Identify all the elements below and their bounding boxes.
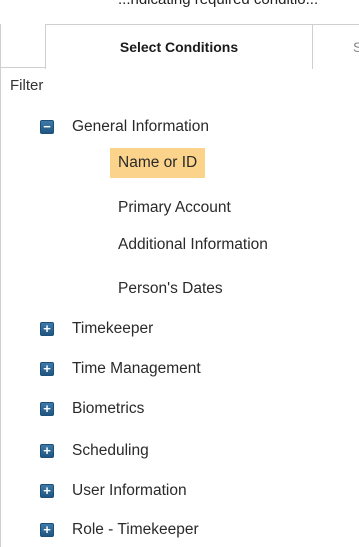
tree-node-scheduling[interactable]: + Scheduling xyxy=(40,436,149,466)
tree-node-label: Time Management xyxy=(72,360,201,377)
tab-next[interactable]: S xyxy=(313,24,359,68)
panel-border xyxy=(0,24,1,547)
tree-node-label: Timekeeper xyxy=(72,320,154,337)
tree-leaf-additional-information[interactable]: Additional Information xyxy=(110,230,276,260)
instruction-text-cut: ...ndicating required conditio... xyxy=(118,0,318,8)
minus-box-icon[interactable]: − xyxy=(40,120,54,134)
tree-node-label: Biometrics xyxy=(72,400,145,417)
tree-node-label: General Information xyxy=(72,118,209,135)
select-conditions-panel: ...ndicating required conditio... Select… xyxy=(0,0,359,547)
tree-node-timekeeper[interactable]: + Timekeeper xyxy=(40,314,153,344)
tree-node-label: Role - Timekeeper xyxy=(72,521,199,538)
filter-label: Filter xyxy=(10,77,44,94)
tree-node-label: Scheduling xyxy=(72,442,149,459)
tab-select-conditions[interactable]: Select Conditions xyxy=(45,24,313,69)
tab-strip: Select Conditions S xyxy=(0,24,359,69)
tree-leaf-name-or-id[interactable]: Name or ID xyxy=(110,148,206,178)
plus-box-icon[interactable]: + xyxy=(40,444,54,458)
tree-node-biometrics[interactable]: + Biometrics xyxy=(40,394,144,424)
plus-box-icon[interactable]: + xyxy=(40,322,54,336)
tree-leaf-primary-account[interactable]: Primary Account xyxy=(110,193,239,223)
tree-node-label: User Information xyxy=(72,482,187,499)
tree-leaf-persons-dates[interactable]: Person's Dates xyxy=(110,274,231,304)
plus-box-icon[interactable]: + xyxy=(40,523,54,537)
tree-node-general-information[interactable]: − General Information xyxy=(40,112,209,142)
tree-node-user-information[interactable]: + User Information xyxy=(40,476,187,506)
plus-box-icon[interactable]: + xyxy=(40,484,54,498)
tree-node-role-timekeeper[interactable]: + Role - Timekeeper xyxy=(40,515,199,545)
plus-box-icon[interactable]: + xyxy=(40,402,54,416)
plus-box-icon[interactable]: + xyxy=(40,362,54,376)
tree-node-time-management[interactable]: + Time Management xyxy=(40,354,201,384)
